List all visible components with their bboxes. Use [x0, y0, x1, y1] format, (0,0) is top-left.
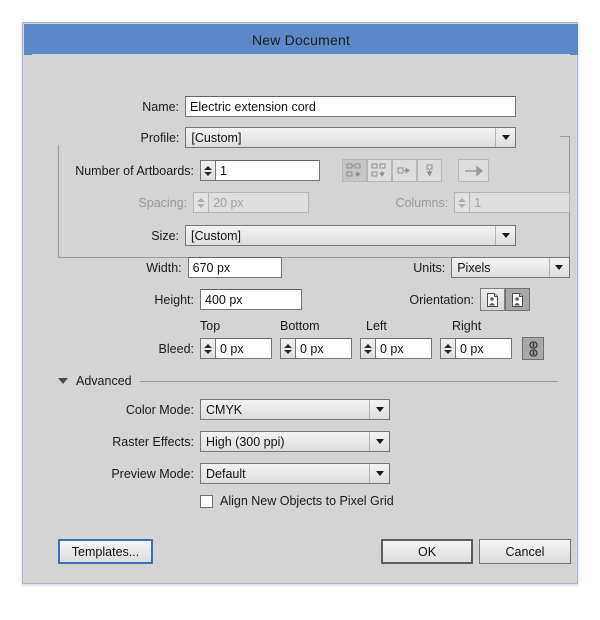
preview-mode-row: Preview Mode: Default — [32, 463, 516, 484]
size-row: Size: [Custom] — [32, 225, 516, 246]
triangle-down-icon[interactable] — [58, 378, 68, 384]
width-input[interactable]: 670 px — [187, 257, 283, 278]
spacing-stepper — [193, 192, 209, 213]
advanced-section-header[interactable]: Advanced — [58, 374, 558, 388]
artboards-label: Number of Artboards: — [75, 163, 194, 178]
landscape-icon[interactable] — [505, 288, 530, 311]
raster-effects-label: Raster Effects: — [112, 434, 194, 449]
size-label: Size: — [151, 228, 180, 243]
artboard-layout-button-group — [342, 159, 442, 182]
columns-stepper — [454, 192, 470, 213]
bleed-bottom-stepper[interactable] — [280, 338, 295, 359]
align-pixel-grid-row[interactable]: Align New Objects to Pixel Grid — [32, 494, 516, 508]
width-label: Width: — [146, 260, 182, 275]
color-mode-select-value: CMYK — [206, 402, 243, 417]
width-units-row: Width: 670 px Units: Pixels — [32, 257, 570, 278]
columns-input: 1 — [469, 192, 570, 213]
chevron-down-icon — [495, 128, 515, 147]
bleed-header-top: Top — [200, 319, 221, 333]
color-mode-row: Color Mode: CMYK — [32, 399, 516, 420]
bleed-top-stepper[interactable] — [200, 338, 215, 359]
bleed-right-input[interactable]: 0 px — [455, 338, 512, 359]
height-input[interactable]: 400 px — [200, 289, 302, 310]
ok-button[interactable]: OK — [381, 539, 473, 564]
units-label: Units: — [413, 260, 446, 275]
name-input[interactable]: Electric extension cord — [185, 96, 516, 117]
profile-select[interactable]: [Custom] — [185, 127, 516, 148]
bleed-right-stepper[interactable] — [440, 338, 455, 359]
orientation-label: Orientation: — [409, 292, 474, 307]
preview-mode-select[interactable]: Default — [200, 463, 390, 484]
chevron-down-icon — [548, 258, 569, 277]
bleed-left-input[interactable]: 0 px — [375, 338, 432, 359]
profile-row: Profile: [Custom] — [32, 127, 516, 148]
color-mode-label: Color Mode: — [125, 402, 194, 417]
artboards-stepper[interactable] — [200, 160, 215, 181]
chevron-down-icon — [369, 400, 389, 419]
bleed-header-bottom: Bottom — [280, 319, 320, 333]
spacing-input: 20 px — [208, 192, 309, 213]
preview-mode-select-value: Default — [206, 466, 246, 481]
bleed-label: Bleed: — [158, 341, 194, 356]
arrange-by-column-icon[interactable] — [417, 159, 442, 182]
height-orientation-row: Height: 400 px Orientation: — [32, 288, 570, 311]
orientation-button-group — [480, 288, 530, 311]
profile-select-value: [Custom] — [191, 130, 242, 145]
artboards-row: Number of Artboards: 1 — [32, 159, 516, 182]
raster-effects-select[interactable]: High (300 ppi) — [200, 431, 390, 452]
right-to-left-arrow-icon[interactable] — [458, 159, 489, 182]
chevron-down-icon — [369, 464, 389, 483]
name-label: Name: — [142, 99, 180, 114]
chevron-down-icon — [369, 432, 389, 451]
new-document-dialog: New Document Name: Electric extension co… — [22, 22, 578, 584]
bleed-left-stepper[interactable] — [360, 338, 375, 359]
bleed-headers-row: Top Bottom Left Right — [32, 319, 570, 333]
name-row: Name: Electric extension cord — [32, 96, 516, 117]
chain-link-icon[interactable] — [522, 337, 544, 360]
arrange-by-row-icon[interactable] — [392, 159, 417, 182]
units-select[interactable]: Pixels — [451, 257, 570, 278]
raster-effects-row: Raster Effects: High (300 ppi) — [32, 431, 516, 452]
align-pixel-grid-checkbox[interactable] — [200, 494, 213, 508]
bleed-top-input[interactable]: 0 px — [215, 338, 272, 359]
bleed-header-right: Right — [452, 319, 482, 333]
spacing-columns-row: Spacing: 20 px Columns: 1 — [32, 192, 570, 213]
preview-mode-label: Preview Mode: — [111, 466, 194, 481]
color-mode-select[interactable]: CMYK — [200, 399, 390, 420]
templates-button[interactable]: Templates... — [58, 539, 153, 564]
grid-by-row-icon[interactable] — [342, 159, 367, 182]
bleed-row: Bleed: 0 px 0 px 0 px 0 px — [32, 337, 570, 360]
portrait-icon[interactable] — [480, 288, 505, 311]
cancel-button[interactable]: Cancel — [479, 539, 571, 564]
artboards-input[interactable]: 1 — [215, 160, 320, 181]
dialog-body: Name: Electric extension cord Profile: [… — [32, 54, 571, 576]
dialog-titlebar: New Document — [24, 24, 578, 55]
bleed-bottom-input[interactable]: 0 px — [295, 338, 352, 359]
grid-by-column-icon[interactable] — [367, 159, 392, 182]
raster-effects-select-value: High (300 ppi) — [206, 434, 285, 449]
size-select-value: [Custom] — [191, 228, 242, 243]
dialog-title: New Document — [251, 31, 351, 48]
height-label: Height: — [154, 292, 194, 307]
profile-label: Profile: — [32, 130, 180, 145]
chevron-down-icon — [495, 226, 515, 245]
advanced-label: Advanced — [76, 374, 132, 388]
columns-label: Columns: — [395, 195, 449, 210]
spacing-label: Spacing: — [138, 195, 188, 210]
align-pixel-grid-label: Align New Objects to Pixel Grid — [220, 494, 394, 508]
advanced-group-line — [139, 380, 558, 382]
units-select-value: Pixels — [457, 260, 491, 275]
bleed-header-left: Left — [366, 319, 387, 333]
size-select[interactable]: [Custom] — [185, 225, 516, 246]
